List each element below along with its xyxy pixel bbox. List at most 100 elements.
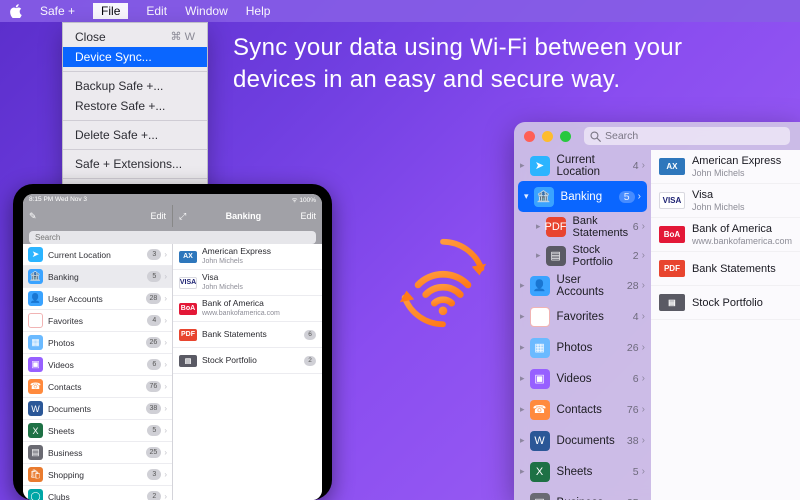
- count-badge: 5: [147, 425, 161, 436]
- disclosure-icon[interactable]: ▸: [536, 250, 541, 261]
- compose-icon[interactable]: ✎: [29, 211, 37, 222]
- item-icon: PDF: [179, 329, 197, 341]
- traffic-light-minimize-icon[interactable]: [542, 131, 553, 142]
- ipad-category-row[interactable]: ◯ Clubs 2 ›: [23, 486, 172, 500]
- disclosure-icon[interactable]: ▸: [536, 221, 541, 232]
- mac-sidebar-subrow[interactable]: ▸ ▤ Stock Portfolio 2 ›: [514, 241, 651, 270]
- menu-extensions[interactable]: Safe + Extensions...: [63, 154, 207, 174]
- menu-close-shortcut: ⌘ W: [171, 30, 195, 44]
- ipad-category-list[interactable]: ➤ Current Location 3 ›🏦 Banking 5 ›👤 Use…: [23, 244, 173, 500]
- ipad-edit-button[interactable]: Edit: [150, 211, 166, 221]
- expand-icon[interactable]: ⤢: [179, 211, 186, 222]
- ipad-device-frame: 8:15 PM Wed Nov 3 ᯤ 100% ✎ Edit ⤢ Bankin…: [13, 184, 332, 500]
- category-label: Business: [557, 497, 627, 500]
- disclosure-icon[interactable]: ▸: [520, 342, 525, 353]
- disclosure-icon[interactable]: ▸: [520, 466, 525, 477]
- mac-detail-list[interactable]: AX American ExpressJohn MichelsVISA Visa…: [651, 150, 800, 500]
- item-icon: ▤: [659, 294, 685, 311]
- chevron-right-icon: ›: [642, 373, 645, 384]
- ipad-category-row[interactable]: ▤ Business 25 ›: [23, 442, 172, 464]
- mac-search-field[interactable]: Search: [584, 127, 790, 145]
- mac-item-row[interactable]: BoA Bank of Americawww.bankofamerica.com: [651, 218, 800, 252]
- menu-delete[interactable]: Delete Safe +...: [63, 125, 207, 145]
- ipad-category-row[interactable]: ▦ Photos 26 ›: [23, 332, 172, 354]
- count-badge: 4: [633, 311, 639, 323]
- mac-sidebar-row[interactable]: ▸ ❤ Favorites 4 ›: [514, 301, 651, 332]
- menu-device-sync[interactable]: Device Sync...: [63, 47, 207, 67]
- item-icon: VISA: [659, 192, 685, 209]
- disclosure-icon[interactable]: ▸: [520, 311, 525, 322]
- menu-backup[interactable]: Backup Safe +...: [63, 76, 207, 96]
- ipad-category-row[interactable]: 🛍 Shopping 3 ›: [23, 464, 172, 486]
- ipad-item-row[interactable]: PDF Bank Statements 6: [173, 322, 322, 348]
- menu-close[interactable]: Close ⌘ W: [63, 27, 207, 47]
- mac-sidebar-row[interactable]: ▸ ▦ Photos 26 ›: [514, 332, 651, 363]
- ipad-item-list[interactable]: AX American ExpressJohn Michels VISA Vis…: [173, 244, 322, 500]
- menu-restore[interactable]: Restore Safe +...: [63, 96, 207, 116]
- item-icon: VISA: [179, 277, 197, 289]
- category-icon: 🏦: [28, 269, 43, 284]
- mac-item-row[interactable]: ▤ Stock Portfolio: [651, 286, 800, 320]
- disclosure-icon[interactable]: ▸: [520, 435, 525, 446]
- mac-sidebar-row[interactable]: ▸ ▤ Business 25 ›: [514, 487, 651, 500]
- category-icon: ▣: [530, 369, 550, 389]
- mac-sidebar-row[interactable]: ▸ ☎ Contacts 76 ›: [514, 394, 651, 425]
- disclosure-icon[interactable]: ▸: [520, 280, 525, 291]
- category-label: Sheets: [48, 426, 147, 436]
- menubar-item-edit[interactable]: Edit: [146, 4, 167, 18]
- ipad-search-input[interactable]: [29, 231, 316, 244]
- ipad-category-row[interactable]: 🏦 Banking 5 ›: [23, 266, 172, 288]
- ipad-item-row[interactable]: BoA Bank of Americawww.bankofamerica.com: [173, 296, 322, 322]
- mac-sidebar-row[interactable]: ▸ X Sheets 5 ›: [514, 456, 651, 487]
- mac-item-row[interactable]: AX American ExpressJohn Michels: [651, 150, 800, 184]
- mac-sidebar-row[interactable]: ▸ W Documents 38 ›: [514, 425, 651, 456]
- count-badge: 6: [304, 330, 316, 340]
- chevron-right-icon: ›: [164, 470, 167, 479]
- ipad-category-row[interactable]: ▣ Videos 6 ›: [23, 354, 172, 376]
- menubar-item-file[interactable]: File: [93, 3, 128, 19]
- mac-sidebar-row[interactable]: ▸ ▣ Videos 6 ›: [514, 363, 651, 394]
- mac-item-row[interactable]: PDF Bank Statements: [651, 252, 800, 286]
- item-text: Bank of Americawww.bankofamerica.com: [692, 223, 792, 247]
- mac-search-placeholder: Search: [605, 130, 638, 142]
- mac-sidebar-row[interactable]: ▸ 👤 User Accounts 28 ›: [514, 270, 651, 301]
- count-badge: 76: [627, 404, 639, 416]
- chevron-right-icon: ›: [164, 404, 167, 413]
- menubar-item-window[interactable]: Window: [185, 4, 228, 18]
- headline-line-2: devices in an easy and secure way.: [233, 64, 682, 96]
- chevron-right-icon: ›: [164, 382, 167, 391]
- disclosure-icon[interactable]: ▾: [524, 191, 529, 202]
- mac-sidebar-subrow[interactable]: ▸ PDF Bank Statements 6 ›: [514, 212, 651, 241]
- traffic-light-close-icon[interactable]: [524, 131, 535, 142]
- count-badge: 6: [633, 373, 639, 385]
- count-badge: 76: [146, 381, 162, 392]
- mac-item-row[interactable]: VISA VisaJohn Michels: [651, 184, 800, 218]
- ipad-category-row[interactable]: 👤 User Accounts 28 ›: [23, 288, 172, 310]
- mac-sidebar[interactable]: ▸ ➤ Current Location 4 ›▾ 🏦 Banking 5 ›▸…: [514, 150, 651, 500]
- category-icon: ☎: [28, 379, 43, 394]
- ipad-item-row[interactable]: ▤ Stock Portfolio 2: [173, 348, 322, 374]
- disclosure-icon[interactable]: ▸: [520, 160, 525, 171]
- mac-sidebar-row[interactable]: ▾ 🏦 Banking 5 ›: [518, 181, 647, 212]
- mac-sidebar-row[interactable]: ▸ ➤ Current Location 4 ›: [514, 150, 651, 181]
- ipad-category-row[interactable]: X Sheets 5 ›: [23, 420, 172, 442]
- ipad-category-row[interactable]: ❤ Favorites 4 ›: [23, 310, 172, 332]
- disclosure-icon[interactable]: ▸: [520, 404, 525, 415]
- ipad-category-row[interactable]: ☎ Contacts 76 ›: [23, 376, 172, 398]
- menubar-app-name[interactable]: Safe +: [40, 4, 75, 18]
- category-icon: ➤: [530, 156, 550, 176]
- category-label: Photos: [557, 342, 627, 354]
- category-label: Shopping: [48, 470, 147, 480]
- ipad-edit-button-2[interactable]: Edit: [300, 211, 316, 221]
- count-badge: 38: [627, 435, 639, 447]
- ipad-category-row[interactable]: W Documents 38 ›: [23, 398, 172, 420]
- disclosure-icon[interactable]: ▸: [520, 373, 525, 384]
- ipad-item-row[interactable]: AX American ExpressJohn Michels: [173, 244, 322, 270]
- menubar-item-help[interactable]: Help: [246, 4, 271, 18]
- category-label: Sheets: [557, 466, 633, 478]
- ipad-item-row[interactable]: VISA VisaJohn Michels: [173, 270, 322, 296]
- ipad-category-row[interactable]: ➤ Current Location 3 ›: [23, 244, 172, 266]
- chevron-right-icon: ›: [164, 316, 167, 325]
- count-badge: 2: [147, 491, 161, 500]
- traffic-light-zoom-icon[interactable]: [560, 131, 571, 142]
